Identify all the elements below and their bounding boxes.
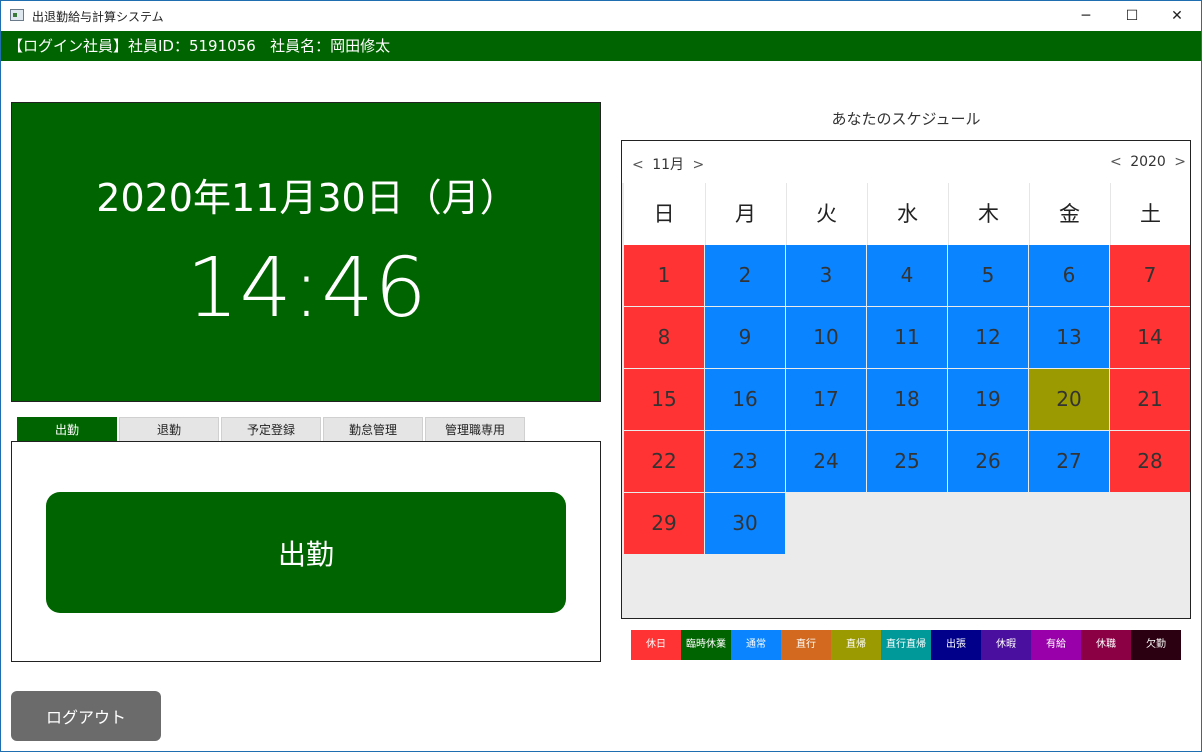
calendar-day-25[interactable]: 25 xyxy=(867,431,947,492)
legend-item: 休暇 xyxy=(981,630,1031,660)
calendar-day-30[interactable]: 30 xyxy=(705,493,785,554)
current-time: 14:46 xyxy=(186,241,428,336)
legend-item: 直帰 xyxy=(831,630,881,660)
legend-item: 欠勤 xyxy=(1131,630,1181,660)
calendar-day-8[interactable]: 8 xyxy=(624,307,704,368)
tab-schedule-register[interactable]: 予定登録 xyxy=(221,417,321,441)
title-bar: 出退勤給与計算システム ─ ☐ ✕ xyxy=(1,1,1201,31)
employee-name-text: 社員名：岡田修太 xyxy=(270,37,391,55)
tab-clock-in[interactable]: 出勤 xyxy=(17,417,117,441)
year-label: 2020 xyxy=(1130,154,1166,170)
calendar-day-10[interactable]: 10 xyxy=(786,307,866,368)
calendar-day-7[interactable]: 7 xyxy=(1110,245,1190,306)
year-nav: < 2020 > xyxy=(1110,154,1186,170)
calendar-header: < 11月 > < 2020 > xyxy=(622,141,1190,183)
weekday-thu: 木 xyxy=(948,183,1028,245)
app-icon xyxy=(10,9,24,21)
logout-button[interactable]: ログアウト xyxy=(11,691,161,741)
calendar-day-16[interactable]: 16 xyxy=(705,369,785,430)
calendar-day-26[interactable]: 26 xyxy=(948,431,1028,492)
current-date: 2020年11月30日（月） xyxy=(96,176,518,220)
calendar-day-5[interactable]: 5 xyxy=(948,245,1028,306)
employee-id-text: 【ログイン社員】社員ID：5191056 xyxy=(8,37,256,55)
calendar-day-21[interactable]: 21 xyxy=(1110,369,1190,430)
calendar-day-2[interactable]: 2 xyxy=(705,245,785,306)
calendar-day-3[interactable]: 3 xyxy=(786,245,866,306)
calendar-day-13[interactable]: 13 xyxy=(1029,307,1109,368)
calendar-day-19[interactable]: 19 xyxy=(948,369,1028,430)
clock-panel: 2020年11月30日（月） 14:46 xyxy=(11,102,601,402)
weekday-sun: 日 xyxy=(653,202,675,226)
tab-attendance-management[interactable]: 勤怠管理 xyxy=(323,417,423,441)
calendar-day-22[interactable]: 22 xyxy=(624,431,704,492)
legend-item: 直行 xyxy=(781,630,831,660)
login-info-bar: 【ログイン社員】社員ID：5191056 社員名：岡田修太 xyxy=(1,31,1201,61)
tab-manager-only[interactable]: 管理職専用 xyxy=(425,417,525,441)
calendar-day-29[interactable]: 29 xyxy=(624,493,704,554)
calendar-day-9[interactable]: 9 xyxy=(705,307,785,368)
prev-year-icon[interactable]: < xyxy=(1110,154,1122,170)
next-month-icon[interactable]: > xyxy=(692,157,704,173)
weekday-mon: 月 xyxy=(705,183,785,245)
calendar-day-17[interactable]: 17 xyxy=(786,369,866,430)
calendar-day-18[interactable]: 18 xyxy=(867,369,947,430)
close-button[interactable]: ✕ xyxy=(1154,1,1200,31)
legend-item: 通常 xyxy=(731,630,781,660)
clock-in-button[interactable]: 出勤 xyxy=(46,492,566,613)
calendar-day-14[interactable]: 14 xyxy=(1110,307,1190,368)
calendar-day-20[interactable]: 20 xyxy=(1029,369,1109,430)
tab-clock-out[interactable]: 退勤 xyxy=(119,417,219,441)
schedule-title: あなたのスケジュール xyxy=(831,110,981,128)
next-year-icon[interactable]: > xyxy=(1174,154,1186,170)
tab-content-panel: 出勤 xyxy=(11,441,601,662)
legend-item: 直行直帰 xyxy=(881,630,931,660)
weekday-sat: 土 xyxy=(1110,183,1190,245)
calendar-day-15[interactable]: 15 xyxy=(624,369,704,430)
legend-item: 有給 xyxy=(1031,630,1081,660)
calendar-day-4[interactable]: 4 xyxy=(867,245,947,306)
calendar-day-12[interactable]: 12 xyxy=(948,307,1028,368)
calendar-day-6[interactable]: 6 xyxy=(1029,245,1109,306)
month-label: 11月 xyxy=(652,157,685,173)
month-nav: < 11月 > xyxy=(632,154,704,174)
schedule-calendar: < 11月 > < 2020 > 日 月 火 水 木 金 土 123456789… xyxy=(621,140,1191,619)
weekday-header-row: 日 月 火 水 木 金 土 xyxy=(624,183,1190,245)
minimize-button[interactable]: ─ xyxy=(1063,1,1109,31)
calendar-day-1[interactable]: 1 xyxy=(624,245,704,306)
legend-item: 出張 xyxy=(931,630,981,660)
weekday-tue: 火 xyxy=(786,183,866,245)
weekday-wed: 水 xyxy=(867,183,947,245)
calendar-day-28[interactable]: 28 xyxy=(1110,431,1190,492)
window-title: 出退勤給与計算システム xyxy=(32,10,164,24)
calendar-day-27[interactable]: 27 xyxy=(1029,431,1109,492)
legend-item: 休職 xyxy=(1081,630,1131,660)
prev-month-icon[interactable]: < xyxy=(632,157,644,173)
weekday-fri: 金 xyxy=(1029,183,1109,245)
calendar-day-23[interactable]: 23 xyxy=(705,431,785,492)
legend-item: 臨時休業 xyxy=(681,630,731,660)
calendar-day-24[interactable]: 24 xyxy=(786,431,866,492)
maximize-button[interactable]: ☐ xyxy=(1109,1,1155,31)
calendar-day-11[interactable]: 11 xyxy=(867,307,947,368)
legend-item: 休日 xyxy=(631,630,681,660)
